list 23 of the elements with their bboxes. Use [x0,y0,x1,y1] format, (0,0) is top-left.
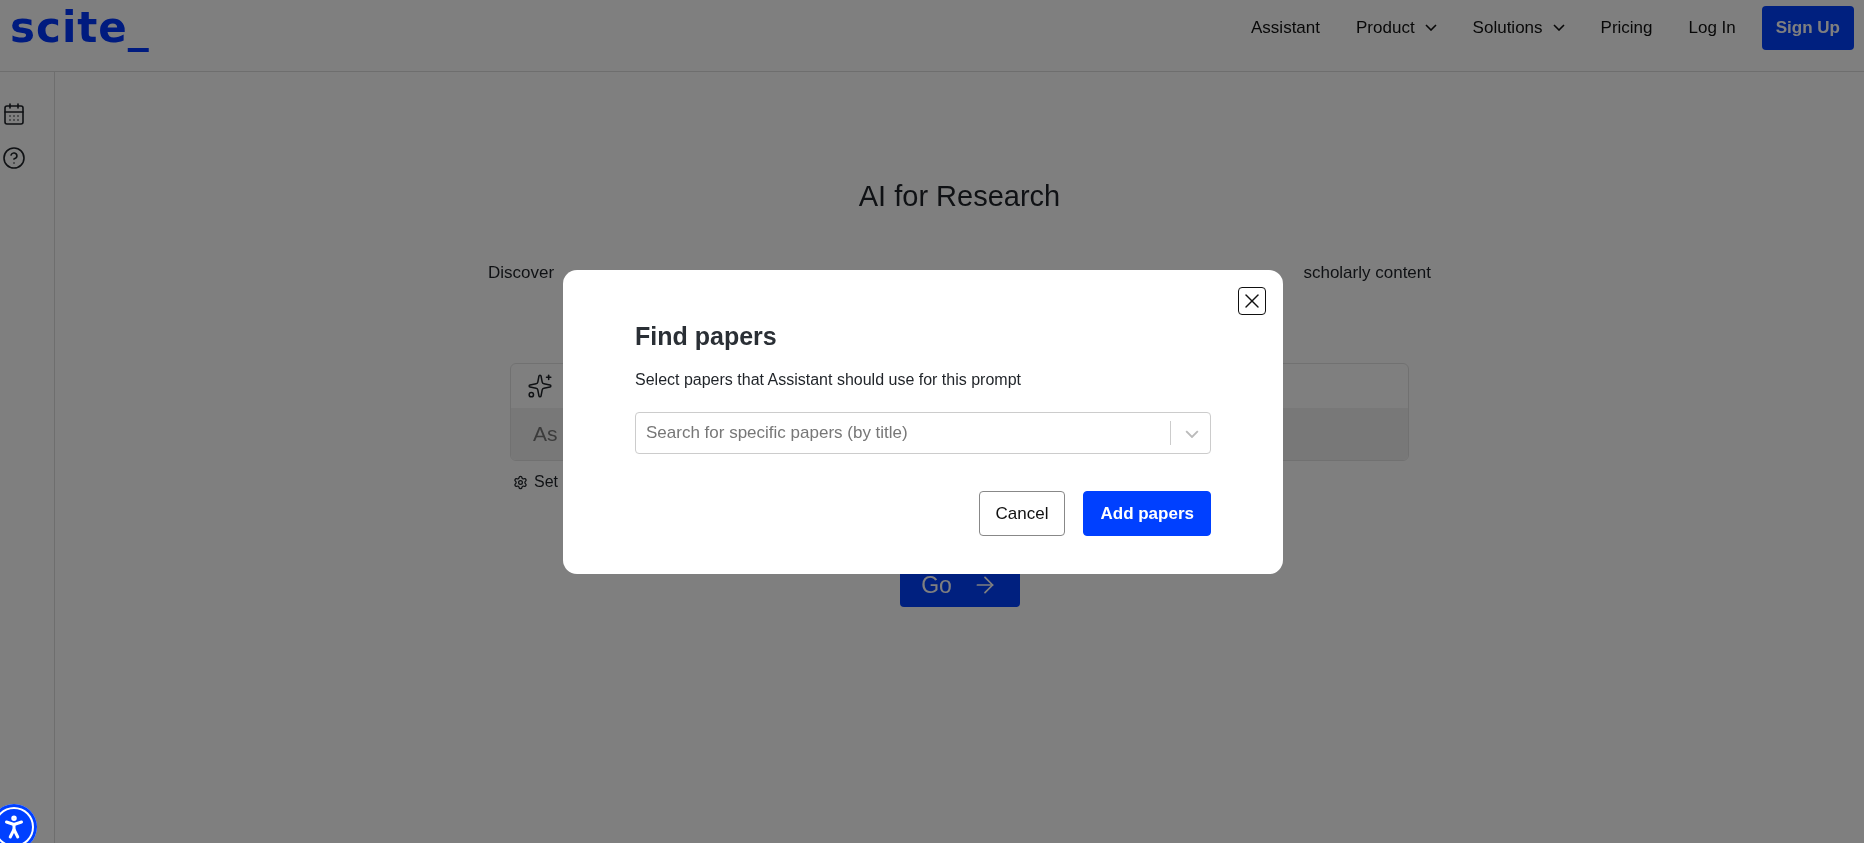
dialog-subtitle: Select papers that Assistant should use for this prompt [635,371,1022,389]
nav-link[interactable]: Assistant [1251,17,1320,38]
chevron-down-icon [1424,24,1437,31]
page-title: AI for Research [858,180,1061,213]
chevron-down-icon [1552,24,1565,31]
cancel-button[interactable]: Cancel [978,491,1066,536]
add-papers-button[interactable]: Add papers [1083,491,1211,536]
logo[interactable]: scite_ [10,3,150,52]
close-button[interactable] [1238,287,1266,315]
description-text: scholarly content [1303,263,1431,283]
dialog-title: Find papers [635,322,778,351]
description-text: Discover [488,263,555,283]
nav-link[interactable]: Pricing [1600,17,1653,38]
paper-search-field[interactable]: Search for specific papers (by title) [635,412,1211,454]
nav-link[interactable]: Log In [1688,17,1736,38]
settings-link[interactable]: Set [534,473,558,491]
settings-icon [513,474,528,490]
nav-link[interactable]: Solutions [1472,17,1565,38]
help-icon[interactable] [2,146,26,170]
nav-link[interactable]: Product [1356,17,1437,38]
sign-up-button[interactable]: Sign Up [1761,5,1854,50]
calendar-icon[interactable] [2,102,26,126]
sparkles-icon [527,373,553,399]
